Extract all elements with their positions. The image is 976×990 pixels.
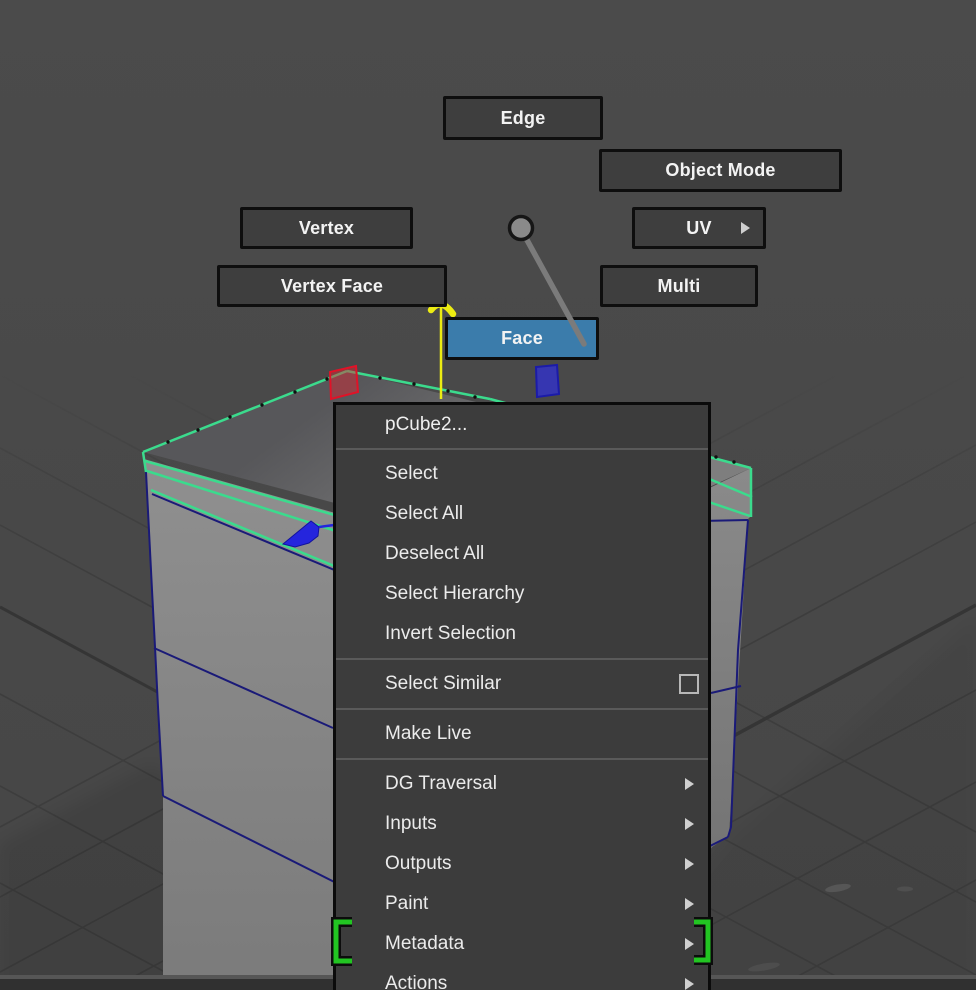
marking-menu-vertex-label: Vertex: [298, 217, 355, 238]
menu-item-invert-selection[interactable]: Invert Selection: [336, 614, 708, 654]
menu-item-actions[interactable]: Actions: [336, 964, 708, 990]
menu-item-inputs[interactable]: Inputs: [336, 804, 708, 844]
marking-menu-face-label: Face: [501, 328, 543, 348]
submenu-arrow-icon: [685, 938, 694, 950]
menu-item-deselect-all[interactable]: Deselect All: [336, 534, 708, 574]
menu-item-label: Invert Selection: [385, 623, 516, 644]
submenu-arrow-icon: [741, 222, 750, 234]
marking-menu-object-mode-label: Object Mode: [665, 160, 776, 180]
menu-item-select-all[interactable]: Select All: [336, 494, 708, 534]
menu-item-label: Actions: [385, 973, 448, 990]
select-similar-option-box[interactable]: [679, 674, 699, 694]
marking-menu-uv-label: UV: [686, 217, 712, 238]
menu-item-label: Make Live: [385, 723, 472, 744]
marking-menu-multi-button[interactable]: Multi: [600, 265, 758, 307]
menu-item-select[interactable]: Select: [336, 454, 708, 494]
menu-item-dg-traversal[interactable]: DG Traversal: [336, 764, 708, 804]
menu-item-label: Select Hierarchy: [385, 583, 525, 604]
menu-item-label: Outputs: [385, 853, 452, 874]
menu-separator: [336, 444, 708, 454]
marking-menu-edge-label: Edge: [500, 107, 546, 128]
marking-menu-object-mode-button[interactable]: Object Mode: [599, 149, 842, 192]
marking-menu-vertex-face-button[interactable]: Vertex Face: [217, 265, 447, 307]
red-flag-marker: [328, 364, 360, 401]
menu-separator: [336, 754, 708, 764]
menu-separator: [336, 654, 708, 664]
menu-item-label: DG Traversal: [385, 773, 497, 794]
context-menu: pCube2... Select Select All Deselect All Sel…: [333, 402, 711, 990]
viewport-3d[interactable]: Edge Object Mode Vertex UV Vertex Face M…: [0, 0, 976, 990]
marking-menu-face-button[interactable]: Face: [445, 317, 599, 360]
context-menu-title[interactable]: pCube2...: [336, 405, 708, 444]
menu-separator: [336, 704, 708, 714]
menu-item-make-live[interactable]: Make Live: [336, 714, 708, 754]
blue-flag-marker: [534, 363, 561, 399]
menu-item-label: Deselect All: [385, 543, 485, 564]
submenu-arrow-icon: [685, 858, 694, 870]
submenu-arrow-icon: [685, 978, 694, 990]
marking-menu-vertex-button[interactable]: Vertex: [240, 207, 413, 249]
menu-item-select-similar[interactable]: Select Similar: [336, 664, 708, 704]
menu-item-metadata[interactable]: Metadata: [336, 924, 708, 964]
marking-menu-multi-label: Multi: [657, 275, 701, 296]
menu-item-label: Paint: [385, 893, 429, 914]
marking-menu-vertex-face-label: Vertex Face: [280, 275, 384, 296]
menu-item-label: Select All: [385, 503, 464, 524]
submenu-arrow-icon: [685, 818, 694, 830]
submenu-arrow-icon: [685, 778, 694, 790]
marking-menu-edge-button[interactable]: Edge: [443, 96, 603, 140]
submenu-arrow-icon: [685, 898, 694, 910]
menu-item-label: Metadata: [385, 933, 465, 954]
menu-item-label: Select: [385, 463, 438, 484]
menu-item-label: Inputs: [385, 813, 437, 834]
menu-item-outputs[interactable]: Outputs: [336, 844, 708, 884]
menu-item-label: Select Similar: [385, 673, 502, 694]
context-menu-title-label: pCube2...: [385, 413, 468, 435]
marking-menu-uv-button[interactable]: UV: [632, 207, 766, 249]
menu-item-select-hierarchy[interactable]: Select Hierarchy: [336, 574, 708, 614]
menu-item-paint[interactable]: Paint: [336, 884, 708, 924]
